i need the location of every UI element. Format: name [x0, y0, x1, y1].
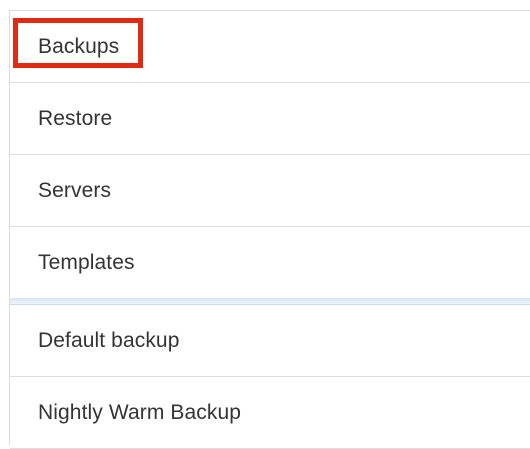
menu-panel: Backups Restore Servers Templates Defaul…: [9, 10, 530, 449]
menu-item-templates[interactable]: Templates: [10, 227, 530, 298]
menu-item-label: Backups: [38, 34, 120, 58]
section-divider: [10, 298, 530, 305]
menu-item-nightly-warm-backup[interactable]: Nightly Warm Backup: [10, 377, 530, 449]
menu-item-label: Templates: [38, 250, 135, 274]
menu-item-restore[interactable]: Restore: [10, 83, 530, 155]
menu-item-label: Servers: [38, 178, 112, 202]
menu-item-servers[interactable]: Servers: [10, 155, 530, 227]
menu-item-default-backup[interactable]: Default backup: [10, 305, 530, 377]
menu-item-label: Default backup: [38, 328, 180, 352]
menu-item-backups[interactable]: Backups: [10, 11, 530, 83]
menu-item-label: Restore: [38, 106, 113, 130]
nav-list: Backups Restore Servers Templates Defaul…: [10, 11, 530, 449]
menu-item-label: Nightly Warm Backup: [38, 400, 242, 424]
